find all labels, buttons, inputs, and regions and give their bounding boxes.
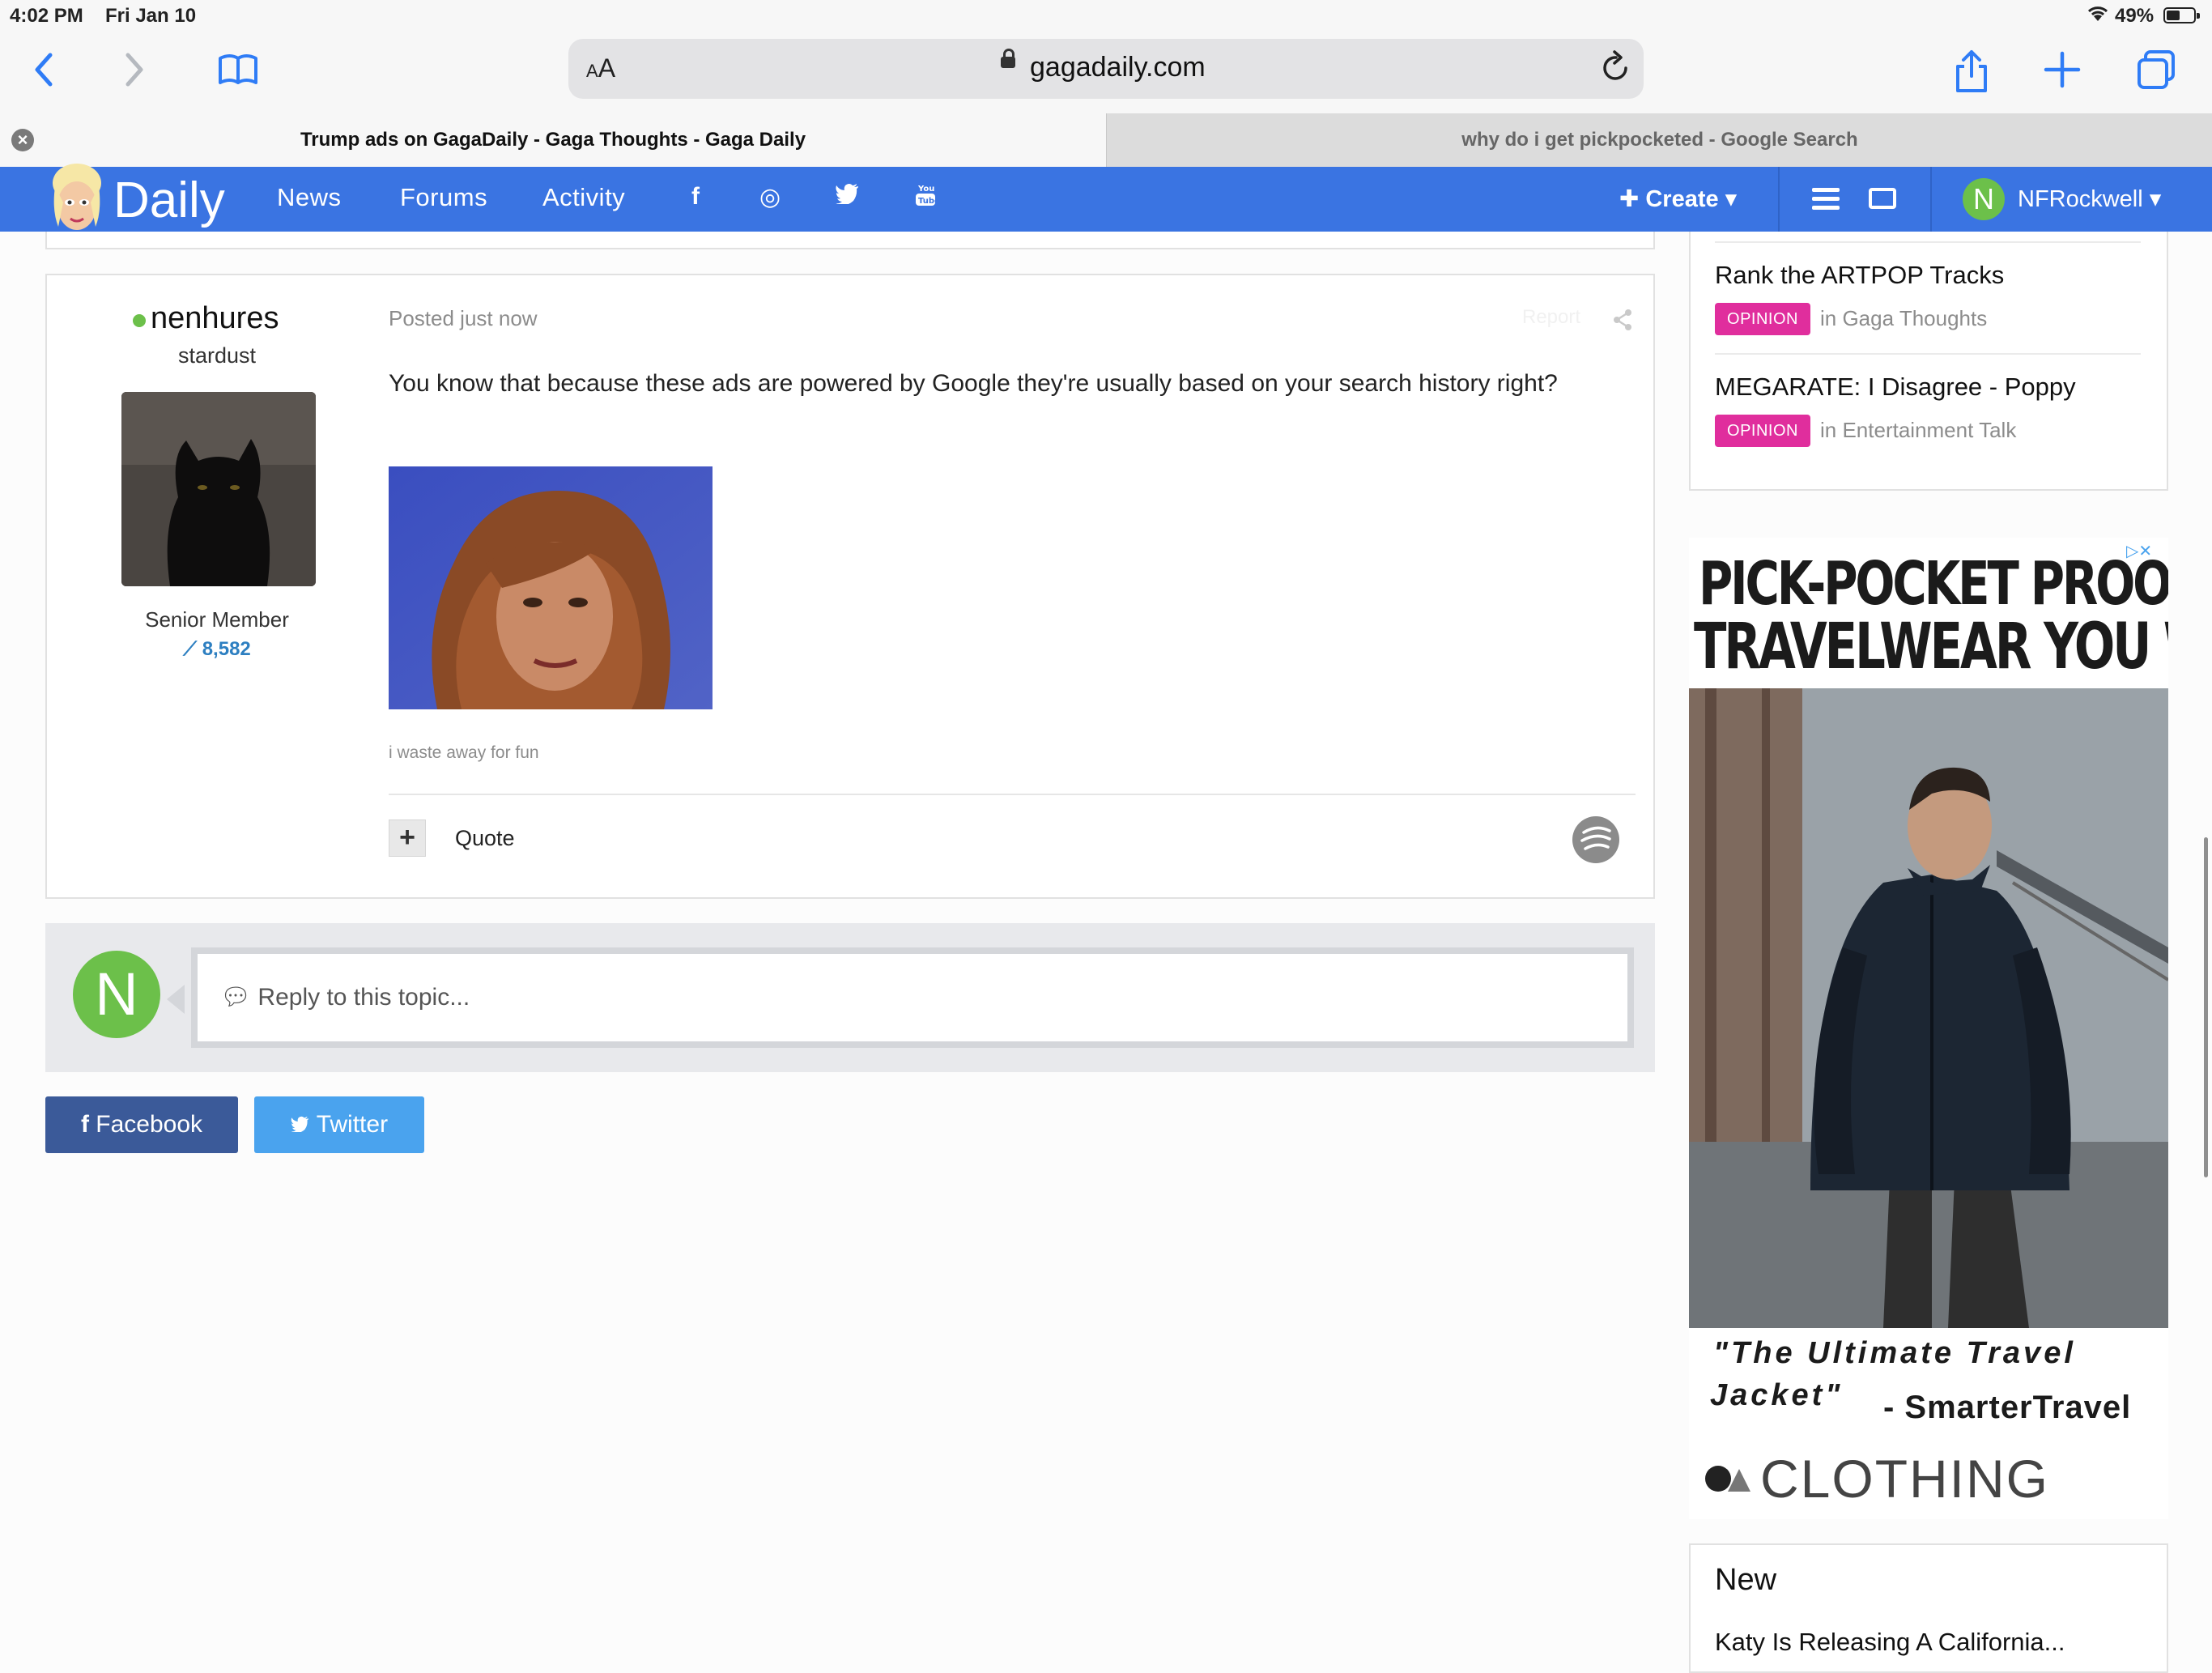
user-avatar[interactable]: N: [1963, 178, 2005, 220]
reply-placeholder: 💬︎ Reply to this topic...: [220, 984, 470, 1011]
sidebar-topic-title[interactable]: Rank the ARTPOP Tracks: [1715, 261, 2004, 290]
twitter-icon: [291, 1111, 310, 1138]
gaga-logo-icon[interactable]: [45, 162, 108, 236]
multiquote-button[interactable]: +: [389, 819, 426, 857]
ad-headline-1: PICK-POCKET PROOF: [1699, 549, 2168, 619]
separator: [1715, 241, 2141, 243]
opinion-badge[interactable]: OPINION: [1715, 415, 1810, 447]
user-menu[interactable]: NFRockwell ▾: [2018, 185, 2161, 213]
tab-title: Trump ads on GagaDaily - Gaga Thoughts -…: [300, 129, 806, 151]
twitter-icon[interactable]: [836, 183, 860, 210]
new-tab-icon[interactable]: [2042, 47, 2082, 100]
share-icon[interactable]: [1951, 47, 1992, 103]
share-facebook-button[interactable]: f Facebook: [45, 1096, 238, 1153]
post-author[interactable]: nenhures: [151, 301, 279, 336]
sidebar-new-widget: New Katy Is Releasing A California...: [1689, 1543, 2168, 1673]
previous-post-edge: [45, 232, 1655, 249]
bookmarks-icon[interactable]: [215, 47, 261, 100]
page-scrollbar[interactable]: [2204, 837, 2208, 1177]
ad-headline-2: TRAVELWEAR YOU WANT: [1694, 611, 2168, 683]
tabs-overview-icon[interactable]: [2134, 47, 2180, 100]
share-twitter-button[interactable]: Twitter: [254, 1096, 424, 1153]
facebook-icon[interactable]: f: [691, 183, 700, 211]
battery-icon: [2163, 7, 2200, 23]
reaction-icon[interactable]: [1572, 816, 1619, 863]
separator: [1715, 353, 2141, 355]
post-divider: [389, 794, 1636, 795]
nav-activity[interactable]: Activity: [542, 183, 625, 212]
ad-photo[interactable]: [1689, 688, 2168, 1328]
reply-input[interactable]: 💬︎ Reply to this topic...: [191, 947, 1634, 1048]
post-timestamp[interactable]: Posted just now: [389, 306, 538, 331]
reply-area: N 💬︎ Reply to this topic...: [45, 923, 1655, 1072]
inbox-icon[interactable]: [1869, 188, 1896, 209]
status-date: Fri Jan 10: [105, 5, 197, 27]
url-domain[interactable]: gagadaily.com: [1030, 52, 1206, 83]
battery-percent: 49%: [2115, 5, 2155, 27]
forward-icon[interactable]: [118, 47, 151, 100]
post-body: You know that because these ads are powe…: [389, 370, 1558, 397]
status-bar: 4:02 PM Fri Jan 10 49%: [0, 0, 2212, 32]
post-signature: i waste away for fun: [389, 743, 539, 762]
nav-news[interactable]: News: [277, 183, 342, 212]
ad-quote-source: - SmarterTravel: [1883, 1390, 2132, 1425]
comment-icon: 💬︎: [220, 984, 258, 1011]
reputation-icon: ⟋: [183, 638, 202, 660]
create-button[interactable]: ✚ Create ▾: [1619, 185, 1737, 213]
quote-button[interactable]: Quote: [455, 826, 515, 851]
post-image[interactable]: [389, 466, 713, 709]
author-avatar[interactable]: [121, 392, 316, 586]
advertisement[interactable]: ▷✕ PICK-POCKET PROOF TRAVELWEAR YOU WANT…: [1689, 538, 2168, 1519]
reader-aa-button[interactable]: AA: [586, 53, 615, 83]
author-title: stardust: [177, 343, 257, 368]
sidebar-topic-forum[interactable]: in Gaga Thoughts: [1820, 306, 1987, 331]
site-navbar: Daily News Forums Activity f ◎ You Tube ✚…: [0, 164, 2212, 232]
nav-divider: [1778, 167, 1780, 232]
site-logo[interactable]: Daily: [113, 172, 225, 229]
report-link[interactable]: Report: [1522, 306, 1580, 329]
tab-google-search[interactable]: why do i get pickpocketed - Google Searc…: [1106, 113, 2212, 167]
tab-bar: Trump ads on GagaDaily - Gaga Thoughts -…: [0, 113, 2212, 167]
sidebar-topics-widget: Rank the ARTPOP Tracks OPINION in Gaga T…: [1689, 232, 2168, 491]
address-bar[interactable]: AA gagadaily.com: [568, 39, 1644, 99]
menu-icon[interactable]: [1812, 188, 1840, 215]
tab-title: why do i get pickpocketed - Google Searc…: [1461, 129, 1858, 151]
lock-icon: [1001, 49, 1015, 68]
ad-quote-line-2: Jacket": [1710, 1378, 1844, 1412]
svg-text:Tube: Tube: [918, 197, 936, 206]
wifi-icon: [2086, 3, 2110, 28]
reload-icon[interactable]: [1600, 49, 1632, 93]
close-tab-icon[interactable]: ×: [11, 129, 34, 151]
clothing-arts-logo-icon: [1704, 1461, 1752, 1493]
online-indicator: [133, 314, 146, 327]
youtube-icon[interactable]: You Tube: [915, 183, 940, 214]
member-rank: Senior Member: [145, 607, 289, 632]
sidebar-topic-title[interactable]: MEGARATE: I Disagree - Poppy: [1715, 372, 2076, 402]
share-post-icon[interactable]: [1613, 309, 1632, 336]
forum-post: nenhures stardust Senior Member ⟋ 8,582 …: [45, 274, 1655, 899]
new-widget-title: New: [1715, 1563, 1777, 1597]
reply-avatar: N: [73, 951, 160, 1038]
reply-pointer: [167, 985, 185, 1014]
new-topic-link[interactable]: Katy Is Releasing A California...: [1715, 1628, 2065, 1657]
ad-brand-name: CLOTHING ARTS: [1760, 1449, 2050, 1519]
sidebar-topic-forum[interactable]: in Entertainment Talk: [1820, 418, 2016, 443]
opinion-badge[interactable]: OPINION: [1715, 303, 1810, 335]
svg-text:You: You: [917, 185, 934, 194]
browser-toolbar: AA gagadaily.com: [0, 32, 2212, 113]
reputation-count[interactable]: ⟋ 8,582: [47, 638, 387, 661]
nav-forums[interactable]: Forums: [400, 183, 487, 212]
status-time: 4:02 PM: [10, 5, 83, 27]
ad-quote-line-1: "The Ultimate Travel: [1713, 1336, 2076, 1370]
tab-gagadaily[interactable]: Trump ads on GagaDaily - Gaga Thoughts -…: [0, 113, 1106, 167]
instagram-icon[interactable]: ◎: [759, 183, 781, 211]
back-icon[interactable]: [28, 47, 60, 100]
nav-divider: [1930, 167, 1932, 232]
